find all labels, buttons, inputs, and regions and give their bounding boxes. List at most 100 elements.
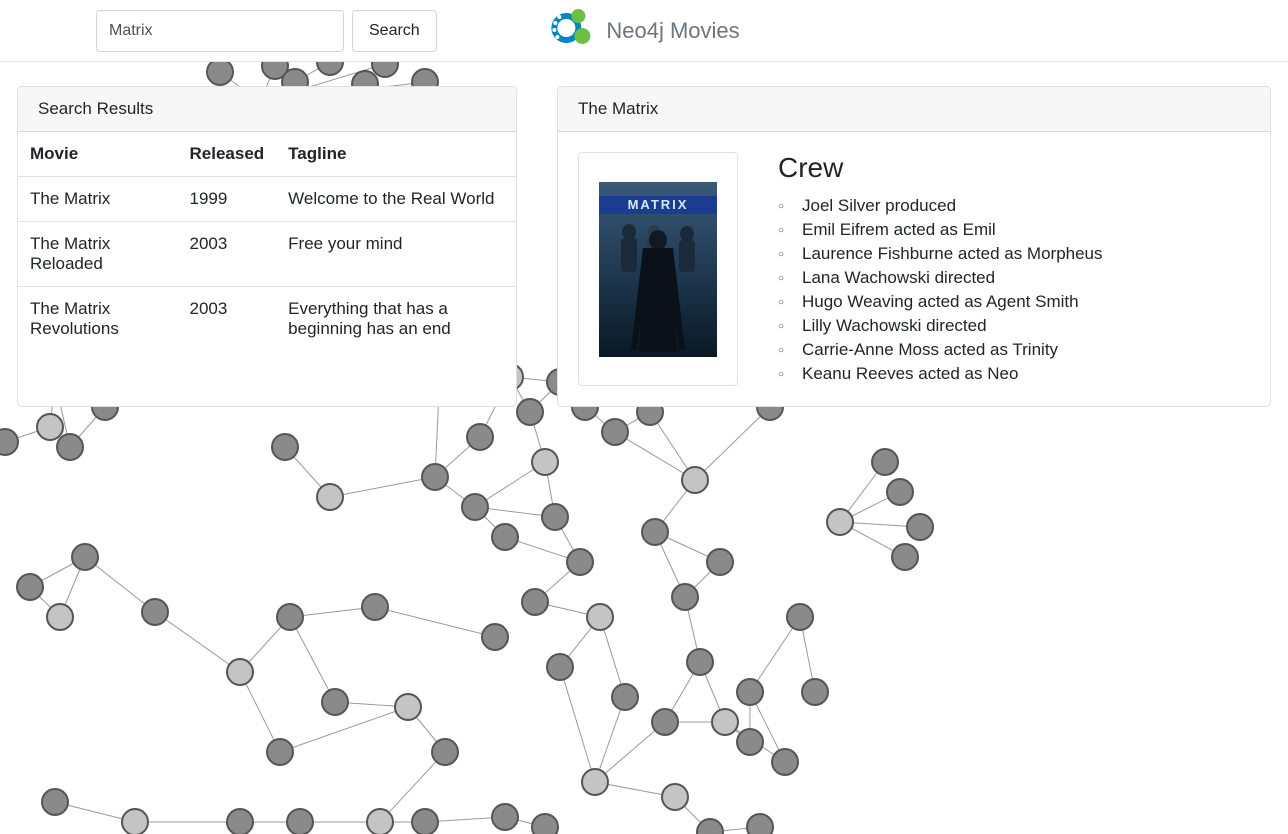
- graph-node[interactable]: [37, 414, 63, 440]
- graph-node[interactable]: [277, 604, 303, 630]
- graph-node[interactable]: [737, 679, 763, 705]
- graph-node[interactable]: [737, 729, 763, 755]
- neo4j-logo-icon: [548, 6, 592, 56]
- cell-released: 2003: [178, 222, 277, 287]
- graph-edge: [375, 607, 495, 637]
- crew-item: Lilly Wachowski directed: [778, 314, 1103, 338]
- graph-node[interactable]: [542, 504, 568, 530]
- search-button[interactable]: Search: [352, 10, 437, 52]
- graph-node[interactable]: [687, 649, 713, 675]
- graph-node[interactable]: [547, 654, 573, 680]
- graph-node[interactable]: [47, 604, 73, 630]
- graph-node[interactable]: [697, 819, 723, 834]
- graph-node[interactable]: [207, 62, 233, 85]
- graph-node[interactable]: [827, 509, 853, 535]
- graph-node[interactable]: [587, 604, 613, 630]
- graph-node[interactable]: [532, 449, 558, 475]
- svg-text:MATRIX: MATRIX: [628, 197, 689, 212]
- navbar: Search Neo4j Movies: [0, 0, 1288, 62]
- graph-edge: [695, 407, 770, 480]
- movie-title: The Matrix: [558, 87, 1270, 132]
- graph-node[interactable]: [672, 584, 698, 610]
- graph-node[interactable]: [362, 594, 388, 620]
- results-table: Movie Released Tagline The Matrix1999Wel…: [18, 132, 516, 351]
- cell-movie: The Matrix Revolutions: [18, 287, 178, 352]
- cell-tagline: Free your mind: [276, 222, 516, 287]
- graph-node[interactable]: [482, 624, 508, 650]
- graph-node[interactable]: [522, 589, 548, 615]
- cell-released: 1999: [178, 177, 277, 222]
- graph-node[interactable]: [612, 684, 638, 710]
- graph-node[interactable]: [887, 479, 913, 505]
- graph-node[interactable]: [467, 424, 493, 450]
- graph-node[interactable]: [287, 809, 313, 834]
- graph-node[interactable]: [907, 514, 933, 540]
- graph-node[interactable]: [772, 749, 798, 775]
- graph-node[interactable]: [72, 544, 98, 570]
- graph-node[interactable]: [227, 809, 253, 834]
- graph-edge: [280, 707, 408, 752]
- graph-node[interactable]: [42, 789, 68, 815]
- graph-node[interactable]: [367, 809, 393, 834]
- col-movie: Movie: [18, 132, 178, 177]
- graph-node[interactable]: [747, 814, 773, 834]
- movie-poster: MATRIX: [578, 152, 738, 386]
- graph-node[interactable]: [642, 519, 668, 545]
- movie-detail-panel: The Matrix MATRIX: [557, 86, 1271, 407]
- graph-node[interactable]: [582, 769, 608, 795]
- cell-tagline: Welcome to the Real World: [276, 177, 516, 222]
- graph-node[interactable]: [682, 467, 708, 493]
- graph-node[interactable]: [707, 549, 733, 575]
- table-header-row: Movie Released Tagline: [18, 132, 516, 177]
- graph-node[interactable]: [322, 689, 348, 715]
- graph-node[interactable]: [317, 62, 343, 75]
- search-results-panel: Search Results Movie Released Tagline Th…: [17, 86, 517, 407]
- crew-item: Emil Eifrem acted as Emil: [778, 218, 1103, 242]
- col-tagline: Tagline: [276, 132, 516, 177]
- graph-node[interactable]: [422, 464, 448, 490]
- graph-node[interactable]: [57, 434, 83, 460]
- graph-node[interactable]: [122, 809, 148, 834]
- graph-node[interactable]: [802, 679, 828, 705]
- graph-edge: [380, 752, 445, 822]
- brand: Neo4j Movies: [548, 6, 739, 56]
- graph-node[interactable]: [142, 599, 168, 625]
- crew-item: Hugo Weaving acted as Agent Smith: [778, 290, 1103, 314]
- search-results-header: Search Results: [18, 87, 516, 132]
- cell-movie: The Matrix: [18, 177, 178, 222]
- graph-node[interactable]: [712, 709, 738, 735]
- crew-list: Joel Silver producedEmil Eifrem acted as…: [778, 194, 1103, 386]
- graph-node[interactable]: [227, 659, 253, 685]
- graph-node[interactable]: [432, 739, 458, 765]
- graph-node[interactable]: [372, 62, 398, 77]
- graph-node[interactable]: [662, 784, 688, 810]
- table-row[interactable]: The Matrix Reloaded2003Free your mind: [18, 222, 516, 287]
- crew-header: Crew: [778, 152, 1103, 184]
- graph-node[interactable]: [267, 739, 293, 765]
- graph-node[interactable]: [532, 814, 558, 834]
- brand-text: Neo4j Movies: [606, 18, 739, 44]
- graph-node[interactable]: [395, 694, 421, 720]
- graph-node[interactable]: [412, 809, 438, 834]
- cell-movie: The Matrix Reloaded: [18, 222, 178, 287]
- graph-node[interactable]: [462, 494, 488, 520]
- search-input[interactable]: [96, 10, 344, 52]
- panels: Search Results Movie Released Tagline Th…: [17, 86, 1271, 407]
- graph-node[interactable]: [272, 434, 298, 460]
- graph-node[interactable]: [17, 574, 43, 600]
- graph-node[interactable]: [567, 549, 593, 575]
- col-released: Released: [178, 132, 277, 177]
- graph-node[interactable]: [787, 604, 813, 630]
- cell-released: 2003: [178, 287, 277, 352]
- graph-node[interactable]: [892, 544, 918, 570]
- graph-edge: [330, 477, 435, 497]
- table-row[interactable]: The Matrix1999Welcome to the Real World: [18, 177, 516, 222]
- graph-node[interactable]: [492, 524, 518, 550]
- graph-node[interactable]: [602, 419, 628, 445]
- graph-node[interactable]: [492, 804, 518, 830]
- graph-node[interactable]: [317, 484, 343, 510]
- graph-node[interactable]: [0, 429, 18, 455]
- table-row[interactable]: The Matrix Revolutions2003Everything tha…: [18, 287, 516, 352]
- graph-node[interactable]: [652, 709, 678, 735]
- graph-node[interactable]: [872, 449, 898, 475]
